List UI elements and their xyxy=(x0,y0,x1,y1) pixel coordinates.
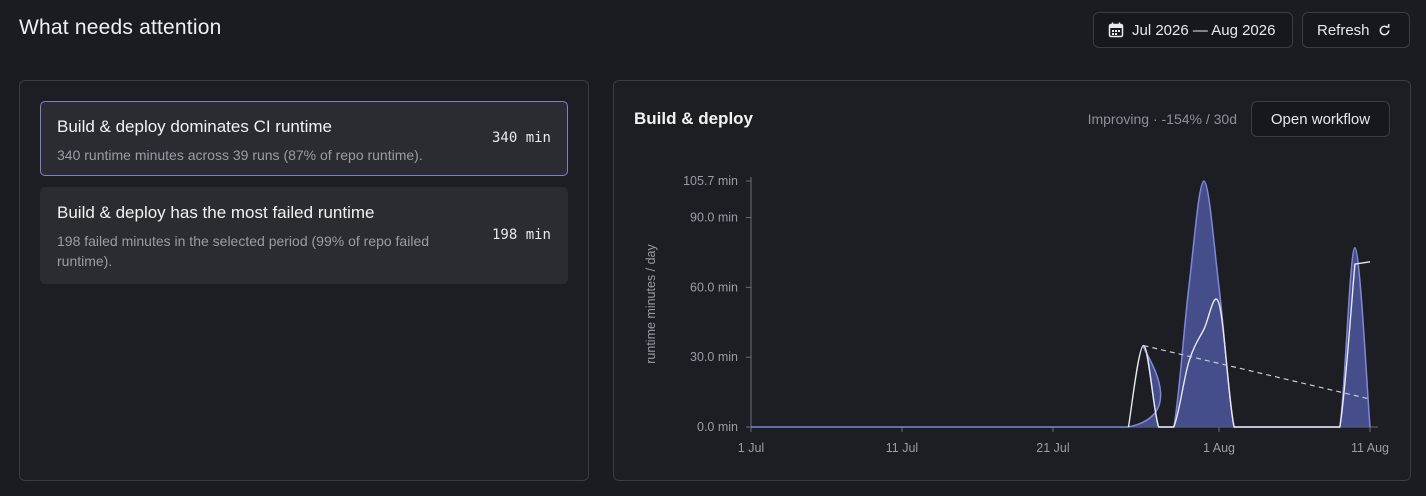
y-tick-label: 0.0 min xyxy=(697,420,738,434)
insight-description: 198 failed minutes in the selected perio… xyxy=(57,233,430,269)
insight-metric: 340 min xyxy=(491,130,551,146)
runtime-chart: 0.0 min 30.0 min 60.0 min 90.0 min 105.7 min… xyxy=(644,174,1389,455)
x-tick-label: 21 Jul xyxy=(1036,441,1069,455)
workflow-chart-panel: Build & deploy Improving · -154% / 30d O… xyxy=(613,80,1411,481)
y-tick-label: 30.0 min xyxy=(690,350,738,364)
calendar-icon xyxy=(1108,22,1124,38)
trend-line xyxy=(1143,344,1371,400)
date-range-label: Jul 2026 — Aug 2026 xyxy=(1132,21,1276,39)
insight-metric: 198 min xyxy=(491,227,551,243)
refresh-label: Refresh xyxy=(1317,21,1370,39)
insight-title: Build & deploy has the most failed runti… xyxy=(57,203,375,222)
daily-runtime-area xyxy=(751,181,1370,427)
y-tick-label: 60.0 min xyxy=(690,280,738,294)
page-title: What needs attention xyxy=(19,16,222,39)
insight-card-failed[interactable]: Build & deploy has the most failed runti… xyxy=(40,187,568,284)
date-range-button[interactable]: Jul 2026 — Aug 2026 xyxy=(1093,12,1293,48)
insight-description: 340 runtime minutes across 39 runs (87% … xyxy=(57,147,423,163)
daily-runtime-line xyxy=(751,180,1371,428)
x-tick-label: 11 Jul xyxy=(886,441,918,455)
x-tick-label: 1 Aug xyxy=(1203,441,1235,455)
refresh-button[interactable]: Refresh xyxy=(1302,12,1410,48)
refresh-icon xyxy=(1378,23,1391,37)
y-axis-label: runtime minutes / day xyxy=(644,244,658,364)
insights-panel: Build & deploy dominates CI runtime 340 … xyxy=(19,80,589,481)
rolling-average-line xyxy=(1127,261,1371,428)
y-tick-label: 105.7 min xyxy=(683,174,738,188)
y-tick-label: 90.0 min xyxy=(690,211,738,225)
x-tick-label: 11 Aug xyxy=(1351,441,1389,455)
insight-title: Build & deploy dominates CI runtime xyxy=(57,117,332,136)
insight-card-runtime[interactable]: Build & deploy dominates CI runtime 340 … xyxy=(40,101,568,176)
x-tick-label: 1 Jul xyxy=(738,441,764,455)
